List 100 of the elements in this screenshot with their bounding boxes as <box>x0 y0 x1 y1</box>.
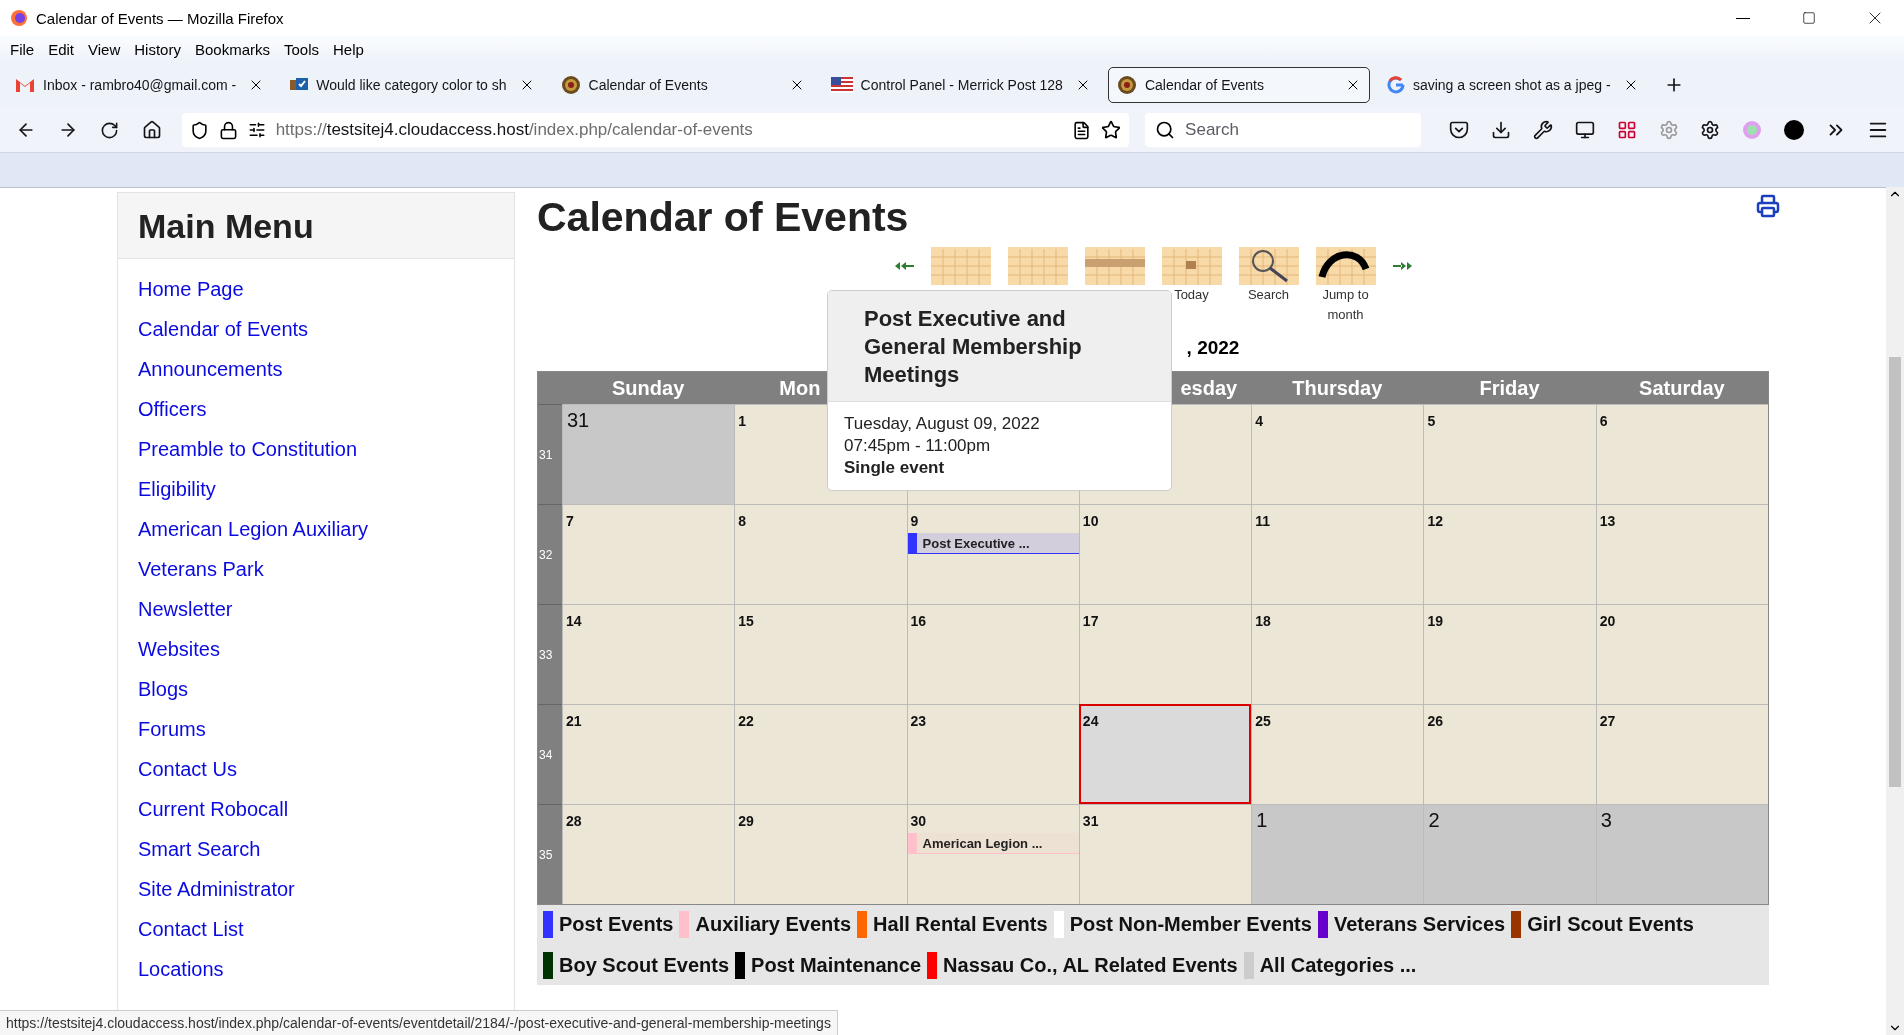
category-link[interactable]: Hall Rental Events <box>857 911 1048 938</box>
category-link[interactable]: Auxiliary Events <box>679 911 852 938</box>
lock-icon[interactable] <box>218 120 238 140</box>
day-number[interactable]: 19 <box>1427 613 1443 629</box>
sidebar-link[interactable]: Locations <box>138 957 224 981</box>
sidebar-link[interactable]: Officers <box>138 397 207 421</box>
jump-to-month-icon[interactable] <box>1315 247 1376 285</box>
browser-tab[interactable]: Calendar of Events <box>1107 67 1370 103</box>
day-number[interactable]: 18 <box>1255 613 1271 629</box>
next-icon[interactable] <box>1391 261 1412 271</box>
day-number[interactable]: 28 <box>566 813 582 829</box>
sidebar-link[interactable]: Forums <box>138 717 206 741</box>
sidebar-link[interactable]: Home Page <box>138 277 244 301</box>
sidebar-link[interactable]: Contact Us <box>138 757 237 781</box>
day-number[interactable]: 31 <box>1082 813 1099 829</box>
sidebar-link[interactable]: Eligibility <box>138 477 216 501</box>
menu-item[interactable]: History <box>128 40 189 58</box>
week-number[interactable]: 32 <box>538 504 562 604</box>
sidebar-link[interactable]: American Legion Auxiliary <box>138 517 369 541</box>
day-number[interactable]: 27 <box>1599 713 1616 729</box>
browser-tab[interactable]: Control Panel - Merrick Post 128 <box>821 67 1100 103</box>
browser-tab[interactable]: Inbox - rambro40@gmail.com - <box>6 67 274 103</box>
sidebar-link[interactable]: Calendar of Events <box>138 317 309 341</box>
day-number[interactable]: 29 <box>738 813 754 829</box>
menu-item[interactable]: File <box>4 40 43 58</box>
sidebar-link[interactable]: Current Robocall <box>138 797 289 821</box>
event-link[interactable]: Post Executive ... <box>907 533 1079 553</box>
sidebar-link[interactable]: Newsletter <box>138 597 233 621</box>
sidebar-link[interactable]: Veterans Park <box>138 557 264 581</box>
sidebar-link[interactable]: Blogs <box>138 677 189 701</box>
scrollbar[interactable] <box>1886 187 1904 1035</box>
category-link[interactable]: All Categories ... <box>1243 952 1417 979</box>
day-number[interactable]: 15 <box>738 613 754 629</box>
category-link[interactable]: Nassau Co., AL Related Events <box>927 952 1238 979</box>
permissions-icon[interactable] <box>247 121 266 139</box>
category-link[interactable]: Boy Scout Events <box>543 952 730 979</box>
day-number[interactable]: 9 <box>910 513 919 529</box>
nav-label[interactable]: Search <box>1247 285 1290 305</box>
reader-view-icon[interactable] <box>1072 120 1092 140</box>
day-number[interactable]: 10 <box>1082 513 1099 529</box>
day-number[interactable]: 17 <box>1082 613 1099 629</box>
day-number[interactable]: 14 <box>566 613 582 629</box>
search-field[interactable]: Search <box>1145 113 1422 147</box>
browser-tab[interactable]: saving a screen shot as a jpeg - <box>1377 67 1648 103</box>
day-number[interactable]: 22 <box>738 713 754 729</box>
day-number[interactable]: 21 <box>566 713 582 729</box>
day-number[interactable]: 25 <box>1255 713 1271 729</box>
print-button[interactable] <box>1755 194 1781 220</box>
nav-label[interactable]: Today <box>1174 285 1209 305</box>
browser-tab[interactable]: Would like category color to sh <box>281 67 544 103</box>
day-number[interactable]: 1 <box>1256 809 1268 832</box>
day-number[interactable]: 4 <box>1255 413 1263 429</box>
day-number[interactable]: 1 <box>738 413 747 429</box>
week-number[interactable]: 35 <box>538 804 562 904</box>
previous-icon[interactable] <box>894 261 915 271</box>
sidebar-link[interactable]: Websites <box>138 637 220 661</box>
bookmark-star-icon[interactable] <box>1101 120 1122 140</box>
day-number[interactable]: 11 <box>1255 513 1270 529</box>
event-recurrence: Single event <box>844 458 945 478</box>
sidebar-link[interactable]: Preamble to Constitution <box>138 437 357 461</box>
category-link[interactable]: Post Maintenance <box>735 952 922 979</box>
nav-label[interactable]: Jump to month <box>1314 285 1377 325</box>
week-number[interactable]: 33 <box>538 604 562 704</box>
menu-item[interactable]: Tools <box>278 40 327 58</box>
week-number[interactable]: 34 <box>538 704 562 804</box>
address-bar[interactable]: https://testsitej4.cloudaccess.host/index.php/calendar-of-events <box>181 113 1130 147</box>
sidebar-link[interactable]: Site Administrator <box>138 877 295 901</box>
pocket-icon <box>1449 120 1470 140</box>
sidebar-link[interactable]: Contact List <box>138 917 244 941</box>
day-number[interactable]: 23 <box>910 713 927 729</box>
menu-item[interactable]: Bookmarks <box>188 40 278 58</box>
menu-item[interactable]: View <box>82 40 129 58</box>
event-link[interactable]: American Legion ... <box>907 833 1079 853</box>
day-number[interactable]: 12 <box>1427 513 1443 529</box>
day-number[interactable]: 5 <box>1427 413 1436 429</box>
day-number[interactable]: 13 <box>1599 513 1616 529</box>
category-link[interactable]: Veterans Services <box>1317 911 1506 938</box>
sidebar-link[interactable]: Announcements <box>138 357 283 381</box>
category-link[interactable]: Post Non-Member Events <box>1053 911 1312 938</box>
today-icon[interactable] <box>1161 247 1222 285</box>
day-number[interactable]: 8 <box>738 513 747 529</box>
day-number[interactable]: 30 <box>910 813 927 829</box>
day-number[interactable]: 6 <box>1599 413 1608 429</box>
sidebar-link[interactable]: Smart Search <box>138 837 261 861</box>
menu-item[interactable]: Help <box>327 40 372 58</box>
day-number[interactable]: 3 <box>1600 809 1612 832</box>
day-number[interactable]: 26 <box>1427 713 1443 729</box>
browser-tab[interactable]: Calendar of Events <box>551 67 814 103</box>
day-number[interactable]: 31 <box>567 409 590 432</box>
day-number[interactable]: 16 <box>910 613 927 629</box>
day-number[interactable]: 20 <box>1599 613 1616 629</box>
category-link[interactable]: Post Events <box>543 911 674 938</box>
category-link[interactable]: Girl Scout Events <box>1511 911 1694 938</box>
day-number[interactable]: 7 <box>566 513 574 529</box>
day-number[interactable]: 24 <box>1082 713 1099 729</box>
search-icon[interactable] <box>1238 247 1299 285</box>
menu-item[interactable]: Edit <box>42 40 83 58</box>
week-number[interactable]: 31 <box>538 404 562 504</box>
shield-icon[interactable] <box>189 120 209 140</box>
day-number[interactable]: 2 <box>1428 809 1440 832</box>
